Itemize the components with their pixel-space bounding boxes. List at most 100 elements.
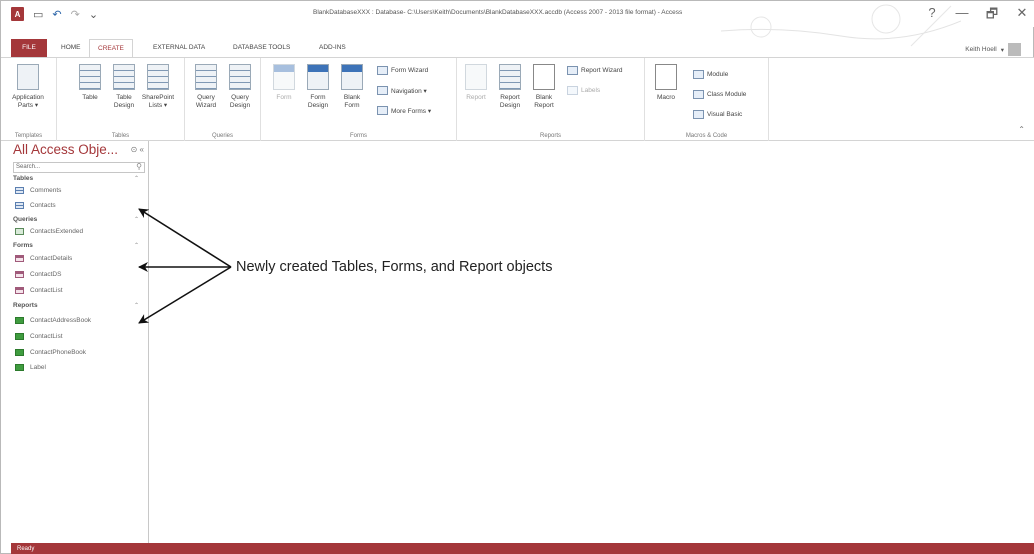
module-label: Module [707, 71, 729, 78]
macro-button[interactable]: Macro [649, 64, 683, 102]
tab-database-tools[interactable]: DATABASE TOOLS [233, 39, 290, 57]
list-item[interactable]: ContactList [15, 333, 63, 340]
report-icon [465, 64, 487, 90]
form-icon [273, 64, 295, 90]
nav-pane-controls-icon[interactable]: ⊙ « [131, 145, 144, 154]
nav-pane-title[interactable]: All Access Obje... [13, 142, 118, 157]
group-label-tables: Tables [111, 133, 130, 139]
labels-button[interactable]: Labels [567, 86, 600, 95]
list-item-label: Contacts [30, 202, 56, 209]
tab-add-ins[interactable]: ADD-INS [319, 39, 346, 57]
application-parts-button[interactable]: Application Parts ▾ [11, 64, 45, 110]
group-templates: Application Parts ▾ Templates [1, 58, 57, 142]
query-design-label: Query Design [229, 94, 251, 109]
table-button[interactable]: Table [73, 64, 107, 102]
list-item-label: ContactAddressBook [30, 317, 92, 324]
navigation-pane: All Access Obje... ⊙ « Search... ⚲ Table… [11, 141, 149, 543]
chevron-up-icon[interactable]: ⌃ [134, 175, 139, 182]
form-button[interactable]: Form [267, 64, 301, 102]
list-item-label: Label [30, 364, 46, 371]
report-design-button[interactable]: Report Design [493, 64, 527, 110]
blank-form-label: Blank Form [343, 94, 361, 109]
navigation-icon [377, 86, 388, 95]
class-module-button[interactable]: Class Module [693, 90, 746, 99]
group-forms: Form Form Design Blank Form Form Wizard … [261, 58, 457, 142]
user-name: Keith Hoell [965, 46, 997, 53]
sharepoint-lists-button[interactable]: SharePoint Lists ▾ [141, 64, 175, 110]
customize-qat-icon[interactable]: ⌄ [89, 7, 98, 21]
query-wizard-button[interactable]: Query Wizard [189, 64, 223, 110]
report-icon [15, 364, 24, 371]
table-label: Table [82, 94, 98, 101]
tab-create[interactable]: CREATE [89, 39, 133, 57]
list-item[interactable]: Contacts [15, 202, 56, 209]
work-area[interactable] [149, 141, 1034, 543]
form-icon [15, 271, 24, 278]
tab-file[interactable]: FILE [11, 39, 47, 57]
search-icon[interactable]: ⚲ [136, 162, 142, 171]
blank-form-button[interactable]: Blank Form [335, 64, 369, 110]
form-design-button[interactable]: Form Design [301, 64, 335, 110]
form-wizard-button[interactable]: Form Wizard [377, 66, 428, 75]
table-icon [79, 64, 101, 90]
report-wizard-icon [567, 66, 578, 75]
form-icon [15, 255, 24, 262]
nav-section-queries[interactable]: Queries ⌃ [13, 216, 145, 223]
blank-report-button[interactable]: Blank Report [527, 64, 561, 110]
access-app-icon[interactable]: A [11, 7, 24, 21]
tab-home[interactable]: HOME [61, 39, 81, 57]
chevron-up-icon[interactable]: ⌃ [134, 242, 139, 249]
list-item[interactable]: Comments [15, 187, 61, 194]
help-icon[interactable]: ? [925, 5, 939, 27]
application-parts-label: Application Parts ▾ [12, 94, 44, 109]
query-icon [15, 228, 24, 235]
close-icon[interactable]: ✕ [1015, 5, 1029, 27]
table-icon [15, 187, 24, 194]
navigation-button[interactable]: Navigation ▾ [377, 86, 427, 95]
group-label-forms: Forms [350, 133, 367, 139]
avatar [1008, 43, 1021, 56]
list-item[interactable]: ContactsExtended [15, 228, 83, 235]
report-button[interactable]: Report [459, 64, 493, 102]
list-item[interactable]: ContactPhoneBook [15, 349, 86, 356]
form-design-icon [307, 64, 329, 90]
nav-section-reports[interactable]: Reports ⌃ [13, 302, 145, 309]
nav-section-tables[interactable]: Tables ⌃ [13, 175, 145, 182]
tab-external-data[interactable]: EXTERNAL DATA [153, 39, 205, 57]
redo-icon[interactable]: ↷ [71, 7, 80, 21]
report-wizard-button[interactable]: Report Wizard [567, 66, 623, 75]
window-title: BlankDatabaseXXX : Database- C:\Users\Ke… [313, 9, 683, 16]
minimize-icon[interactable]: — [955, 5, 969, 27]
list-item[interactable]: ContactAddressBook [15, 317, 91, 324]
nav-section-forms[interactable]: Forms ⌃ [13, 242, 145, 249]
group-label-templates: Templates [14, 133, 43, 139]
blank-form-icon [341, 64, 363, 90]
table-design-button[interactable]: Table Design [107, 64, 141, 110]
list-item[interactable]: ContactDS [15, 271, 61, 278]
module-button[interactable]: Module [693, 70, 728, 79]
undo-icon[interactable]: ↶ [52, 7, 61, 21]
more-forms-button[interactable]: More Forms ▾ [377, 106, 431, 115]
save-icon[interactable]: ▭ [33, 7, 43, 21]
query-wizard-icon [195, 64, 217, 90]
title-bar: A ▭ ↶ ↷ ⌄ BlankDatabaseXXX : Database- C… [1, 1, 1034, 47]
list-item[interactable]: ContactList [15, 287, 63, 294]
class-module-label: Class Module [707, 91, 747, 98]
form-design-label: Form Design [307, 94, 329, 109]
collapse-ribbon-icon[interactable]: ⌃ [1018, 125, 1025, 134]
query-design-button[interactable]: Query Design [223, 64, 257, 110]
visual-basic-button[interactable]: Visual Basic [693, 110, 742, 119]
restore-icon[interactable]: 🗗 [985, 5, 999, 27]
window-controls: ? — 🗗 ✕ [925, 5, 1029, 27]
user-account[interactable]: Keith Hoell ▾ [965, 43, 1021, 56]
chevron-up-icon[interactable]: ⌃ [134, 216, 139, 223]
group-label-macros-code: Macros & Code [685, 133, 728, 139]
list-item[interactable]: Label [15, 364, 46, 371]
navigation-label: Navigation ▾ [391, 87, 427, 95]
chevron-up-icon[interactable]: ⌃ [134, 302, 139, 309]
list-item[interactable]: ContactDetails [15, 255, 72, 262]
list-item-label: ContactList [30, 333, 63, 340]
nav-search-input[interactable]: Search... ⚲ [13, 162, 145, 173]
visual-basic-label: Visual Basic [707, 111, 743, 118]
report-icon [15, 317, 24, 324]
